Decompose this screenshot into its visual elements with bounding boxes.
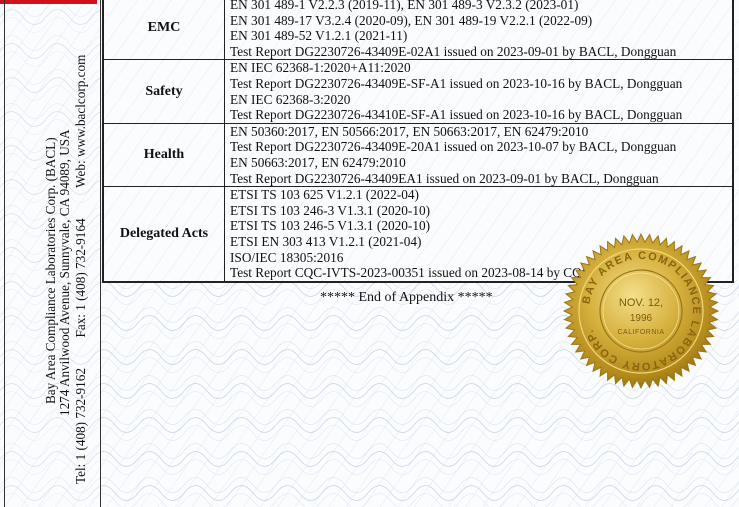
standards-cell: EN 50360:2017, EN 50566:2017, EN 50663:2… [224,122,734,188]
lab-web: Web: www.baclcorp.com [73,54,88,188]
gold-embossed-seal: BAY AREA COMPLIANCE LABORATORY CORP. NOV… [562,232,720,390]
standard-line: EN 301 489-52 V1.2.1 (2021-11) [230,28,408,44]
lab-tel: Tel: 1 (408) 732-9162 [73,368,88,484]
standards-cell: EN 301 489-1 V2.2.3 (2019-11), EN 301 48… [224,0,734,61]
standard-line: EN IEC 62368-3:2020 [230,91,351,107]
category-cell: EMC [102,0,225,61]
standard-line: ETSI TS 103 625 V1.2.1 (2022-04) [230,187,419,203]
test-report-line: Test Report DG2230726-43409E-SF-A1 issue… [230,75,683,91]
standard-line: EN 50360:2017, EN 50566:2017, EN 50663:2… [230,123,589,139]
standard-line: EN 50663:2017, EN 62479:2010 [230,154,406,170]
test-report-line: Test Report DG2230726-43409E-02A1 issued… [230,43,677,59]
lab-name: Bay Area Compliance Laboratories Corp. (… [43,137,58,404]
end-of-appendix: ***** End of Appendix ***** [320,290,493,305]
lab-contact-block: Bay Area Compliance Laboratories Corp. (… [10,0,100,507]
test-report-line: Test Report DG2230726-43409EA1 issued on… [230,170,659,186]
standard-line: EN 301 489-17 V3.2.4 (2020-09), EN 301 4… [230,12,593,28]
seal-year: 1996 [630,313,653,324]
test-report-line: Test Report DG2230726-43409E-20A1 issued… [230,139,677,155]
table-row: Safety EN IEC 62368-1:2020+A11:2020 Test… [102,59,734,124]
standard-line: EN 301 489-1 V2.2.3 (2019-11), EN 301 48… [230,0,579,12]
lab-address: 1274 Anvilwood Avenue, Sunnyvale, CA 940… [57,129,72,416]
table-row: EMC EN 301 489-1 V2.2.3 (2019-11), EN 30… [102,0,734,61]
test-report-line: Test Report DG2230726-43410E-SF-A1 issue… [230,107,683,123]
lab-fax: Fax: 1 (408) 732-9164 [73,218,88,338]
standard-line: ETSI TS 103 246-3 V1.3.1 (2020-10) [230,202,431,218]
lab-phone-line: Tel: 1 (408) 732-9162 Fax: 1 (408) 732-9… [73,54,88,484]
table-row: Health EN 50360:2017, EN 50566:2017, EN … [102,122,734,188]
category-cell: Safety [102,59,225,124]
category-cell: Health [102,122,225,188]
standards-cell: EN IEC 62368-1:2020+A11:2020 Test Report… [224,59,734,124]
standard-line: EN IEC 62368-1:2020+A11:2020 [230,60,411,76]
seal-state: CALIFORNIA [617,329,664,336]
category-cell: Delegated Acts [102,186,225,283]
seal-date: NOV. 12, [619,297,663,309]
